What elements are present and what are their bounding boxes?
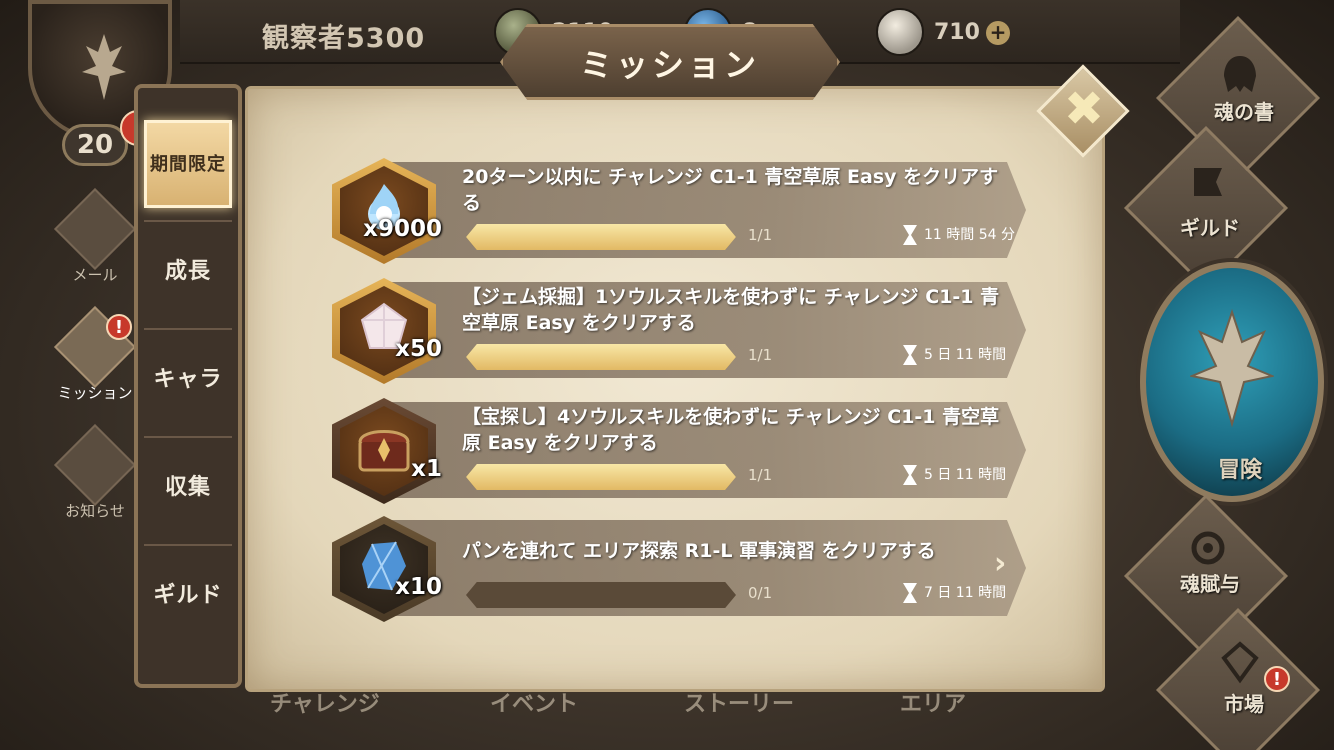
tab-collection[interactable]: 収集 — [142, 440, 234, 536]
progress-bar — [466, 464, 736, 490]
dialog-title: ミッション — [579, 46, 760, 84]
sidebar-item-mail[interactable]: メール — [52, 187, 138, 300]
time-text: 5 日 11 時間 — [924, 347, 1007, 363]
tab-character[interactable]: キャラ — [142, 332, 234, 428]
progress-bar — [466, 344, 736, 370]
time-remaining: 7 日 11 時間 — [902, 582, 1026, 604]
gem-icon — [876, 8, 924, 56]
mission-description: 【ジェム採掘】1ソウルスキルを使わずに チャレンジ C1-1 青空草原 Easy… — [462, 286, 1000, 334]
nav-label: 市場 — [1224, 692, 1264, 716]
market-icon — [1221, 641, 1259, 684]
tab-divider — [144, 328, 232, 330]
hourglass-icon — [903, 345, 917, 365]
reward-quantity: x1 — [411, 456, 442, 482]
nav-label: 冒険 — [1217, 458, 1262, 483]
tab-growth[interactable]: 成長 — [142, 224, 234, 320]
time-text: 7 日 11 時間 — [924, 585, 1007, 601]
mission-description: パンを連れて エリア探索 R1-L 軍事演習 をクリアする — [462, 540, 936, 562]
mission-row[interactable]: x10 パンを連れて エリア探索 R1-L 軍事演習 をクリアする › 0/1 … — [332, 516, 1026, 622]
progress-bar — [466, 582, 736, 608]
progress-bar — [466, 224, 736, 250]
reward-quantity: x50 — [395, 336, 442, 362]
emblem-symbol-icon — [82, 34, 126, 100]
reward-quantity: x10 — [395, 574, 442, 600]
level-badge: 20 — [62, 124, 128, 166]
mission-description: 20ターン以内に チャレンジ C1-1 青空草原 Easy をクリアする — [462, 166, 999, 214]
notice-icon — [53, 423, 137, 507]
mission-row[interactable]: x50 【ジェム採掘】1ソウルスキルを使わずに チャレンジ C1-1 青空草原 … — [332, 278, 1026, 384]
mission-description: 【宝探し】4ソウルスキルを使わずに チャレンジ C1-1 青空草原 Easy を… — [462, 406, 1000, 454]
helmet-icon — [1224, 56, 1256, 92]
progress-text: 1/1 — [748, 346, 773, 364]
tab-divider — [144, 220, 232, 222]
add-gem-button[interactable]: + — [986, 21, 1010, 45]
guild-banner-icon — [1194, 168, 1222, 196]
mission-alert-icon: ! — [106, 314, 132, 340]
time-text: 11 時間 54 分 — [924, 227, 1015, 243]
go-arrow-icon[interactable]: › — [994, 546, 1006, 581]
time-remaining: 5 日 11 時間 — [902, 344, 1026, 366]
tab-guild[interactable]: ギルド — [142, 548, 234, 644]
tab-divider — [144, 436, 232, 438]
hourglass-icon — [903, 583, 917, 603]
market-alert-icon: ! — [1264, 666, 1290, 692]
player-name: 観察者5300 — [262, 23, 426, 54]
reward-quantity: x9000 — [363, 216, 442, 242]
hourglass-icon — [903, 465, 917, 485]
sidebar-item-notice[interactable]: お知らせ — [52, 423, 138, 536]
hourglass-icon — [903, 225, 917, 245]
close-icon: ✖ — [1063, 81, 1105, 137]
tab-limited[interactable]: 期間限定 — [144, 120, 232, 208]
soul-swirl-icon — [1191, 531, 1225, 565]
progress-bar-fill — [466, 344, 736, 370]
treasure-chest-icon — [358, 430, 410, 472]
progress-bar-fill — [466, 464, 736, 490]
currency-gem-value: 710 — [934, 20, 980, 45]
nav-label: ギルド — [1180, 216, 1240, 240]
mission-category-tabs: 期間限定 成長 キャラ 収集 ギルド — [134, 84, 242, 688]
progress-text: 1/1 — [748, 226, 773, 244]
time-remaining: 5 日 11 時間 — [902, 464, 1026, 486]
time-remaining: 11 時間 54 分 — [902, 224, 1026, 246]
progress-bar-fill — [466, 224, 736, 250]
mail-icon — [53, 187, 137, 271]
nav-label: 魂の書 — [1214, 100, 1274, 124]
time-text: 5 日 11 時間 — [924, 467, 1007, 483]
nav-label: 魂賦与 — [1180, 572, 1240, 596]
adventure-emblem-icon — [1190, 308, 1274, 428]
progress-text: 1/1 — [748, 466, 773, 484]
progress-text: 0/1 — [748, 584, 773, 602]
tab-divider — [144, 544, 232, 546]
mission-row[interactable]: x9000 20ターン以内に チャレンジ C1-1 青空草原 Easy をクリア… — [332, 158, 1026, 264]
mission-row[interactable]: x1 【宝探し】4ソウルスキルを使わずに チャレンジ C1-1 青空草原 Eas… — [332, 398, 1026, 504]
